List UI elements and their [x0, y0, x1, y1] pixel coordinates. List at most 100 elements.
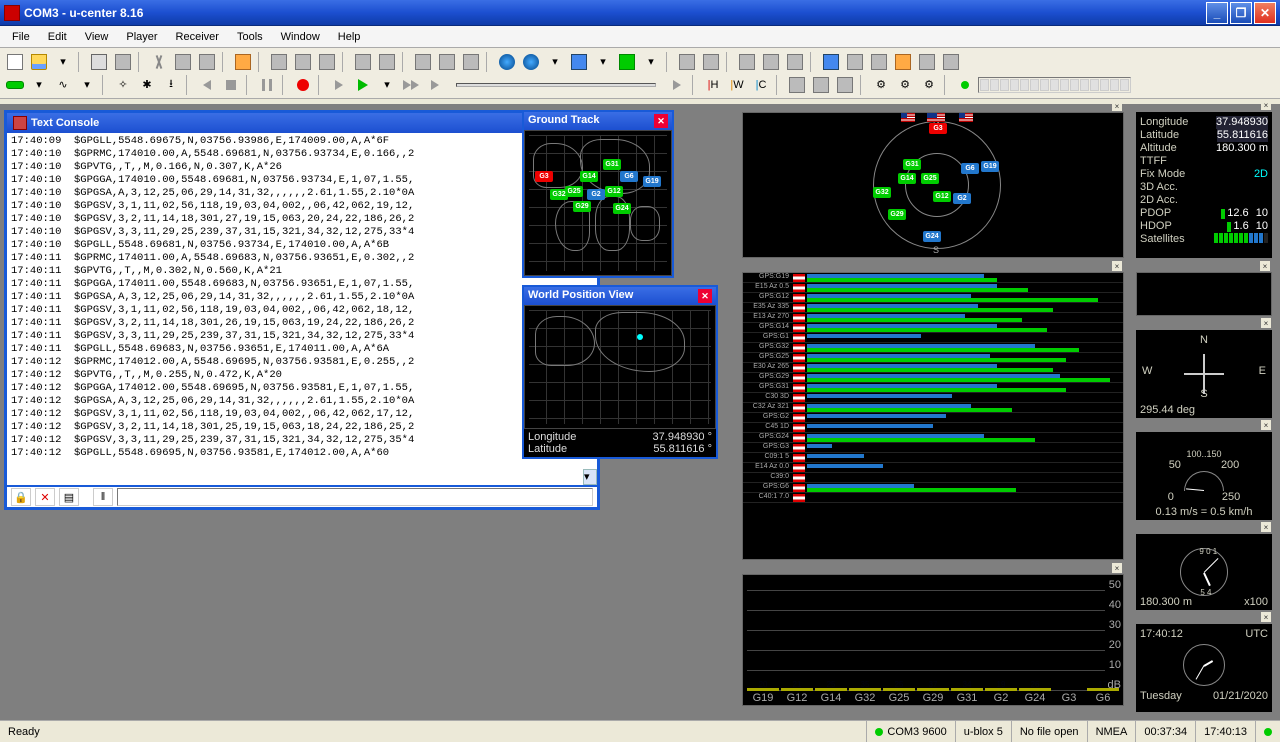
panel-close-button[interactable]: × [1112, 563, 1122, 573]
playback-slider[interactable] [456, 83, 656, 87]
led-button[interactable] [954, 74, 976, 95]
dropdown-wave[interactable]: ▾ [76, 74, 98, 95]
dropdown-1[interactable]: ▾ [544, 51, 566, 72]
m-button-2[interactable] [810, 74, 832, 95]
ground-track-window[interactable]: Ground Track ✕ G3 G31 G14 G6 G19 G25 G32… [522, 110, 674, 278]
panel-close-button[interactable]: × [1261, 318, 1271, 328]
text-console-window[interactable]: Text Console 17:40:09 $GPGLL,5548.69675,… [4, 110, 600, 510]
wave-button[interactable]: ∿ [52, 74, 74, 95]
bug-button[interactable]: ✱ [136, 74, 158, 95]
panel-close-button[interactable]: × [1261, 420, 1271, 430]
chart-button[interactable] [568, 51, 590, 72]
panel-close-button[interactable]: × [1112, 101, 1122, 111]
tool-c-button[interactable] [292, 51, 314, 72]
minimize-button[interactable]: _ [1206, 2, 1228, 24]
skip-start-button[interactable] [196, 74, 218, 95]
fwd-button[interactable] [400, 74, 422, 95]
command-input[interactable] [117, 488, 593, 506]
ground-close-button[interactable]: ✕ [654, 114, 668, 128]
new-button[interactable] [4, 51, 26, 72]
print-preview-button[interactable] [112, 51, 134, 72]
panel-6-button[interactable] [820, 51, 842, 72]
dropdown-conn[interactable]: ▾ [28, 74, 50, 95]
step-button[interactable] [328, 74, 350, 95]
panel-9-button[interactable] [892, 51, 914, 72]
world-position-window[interactable]: World Position View ✕ Longitude37.948930… [522, 285, 718, 459]
view-5-button[interactable] [460, 51, 482, 72]
pause-scroll-button[interactable]: ‖ [93, 488, 113, 506]
tool-a-button[interactable] [232, 51, 254, 72]
menu-view[interactable]: View [77, 29, 117, 45]
gear-button[interactable]: ⚙ [870, 74, 892, 95]
menu-window[interactable]: Window [273, 29, 328, 45]
panel-2-button[interactable] [700, 51, 722, 72]
dropdown-3[interactable]: ▾ [640, 51, 662, 72]
globe-2-button[interactable] [520, 51, 542, 72]
connector-button[interactable] [4, 74, 26, 95]
m-button-1[interactable] [786, 74, 808, 95]
copy-button[interactable] [172, 51, 194, 72]
end-button[interactable] [666, 74, 688, 95]
h-indicator[interactable]: |H [702, 74, 724, 95]
tool-b-button[interactable] [268, 51, 290, 72]
paste-button[interactable] [196, 51, 218, 72]
menu-player[interactable]: Player [118, 29, 165, 45]
record-button[interactable] [292, 74, 314, 95]
view-3-button[interactable] [412, 51, 434, 72]
download-button[interactable]: ⭳ [160, 74, 182, 95]
maximize-button[interactable]: ❐ [1230, 2, 1252, 24]
play-button[interactable] [352, 74, 374, 95]
menu-file[interactable]: File [4, 29, 38, 45]
text-console-title-bar[interactable]: Text Console [7, 113, 597, 133]
lock-button[interactable]: 🔒 [11, 488, 31, 506]
clear-button[interactable]: ✕ [35, 488, 55, 506]
dropdown-2[interactable]: ▾ [592, 51, 614, 72]
panel-close-button[interactable]: × [1260, 261, 1270, 271]
m-button-3[interactable] [834, 74, 856, 95]
menu-edit[interactable]: Edit [40, 29, 75, 45]
c-indicator[interactable]: |C [750, 74, 772, 95]
console-icon [13, 116, 27, 130]
panel-8-button[interactable] [868, 51, 890, 72]
save-dropdown[interactable]: ▾ [52, 51, 74, 72]
save-button[interactable] [28, 51, 50, 72]
view-2-button[interactable] [376, 51, 398, 72]
panel-10-button[interactable] [916, 51, 938, 72]
panel-close-button[interactable]: × [1112, 261, 1122, 271]
stop-button[interactable] [220, 74, 242, 95]
gear-3-button[interactable]: ⚙ [918, 74, 940, 95]
menu-receiver[interactable]: Receiver [168, 29, 227, 45]
globe-button[interactable] [496, 51, 518, 72]
panel-1-button[interactable] [676, 51, 698, 72]
panel-close-button[interactable]: × [1261, 100, 1271, 110]
tool-d-button[interactable] [316, 51, 338, 72]
wand-button[interactable]: ✧ [112, 74, 134, 95]
menu-tools[interactable]: Tools [229, 29, 271, 45]
menu-help[interactable]: Help [330, 29, 369, 45]
view-4-button[interactable] [436, 51, 458, 72]
scroll-down-button[interactable]: ▾ [583, 469, 597, 485]
pause-button[interactable] [256, 74, 278, 95]
dropdown-play[interactable]: ▾ [376, 74, 398, 95]
ground-track-title-bar[interactable]: Ground Track ✕ [524, 112, 672, 130]
panel-close-button[interactable]: × [1261, 612, 1271, 622]
panel-5-button[interactable] [784, 51, 806, 72]
panel-11-button[interactable] [940, 51, 962, 72]
panel-close-button[interactable]: × [1261, 522, 1271, 532]
filter-button[interactable]: ▤ [59, 488, 79, 506]
skip-end-button[interactable] [424, 74, 446, 95]
panel-7-button[interactable] [844, 51, 866, 72]
world-position-title-bar[interactable]: World Position View ✕ [524, 287, 716, 305]
view-1-button[interactable] [352, 51, 374, 72]
print-button[interactable] [88, 51, 110, 72]
close-button[interactable]: ✕ [1254, 2, 1276, 24]
chart-2-button[interactable] [616, 51, 638, 72]
gear-2-button[interactable]: ⚙ [894, 74, 916, 95]
w-indicator[interactable]: |W [726, 74, 748, 95]
history-row: E13 Az 270 [743, 313, 1123, 323]
world-close-button[interactable]: ✕ [698, 289, 712, 303]
panel-3-button[interactable] [736, 51, 758, 72]
status-led [1255, 721, 1280, 742]
panel-4-button[interactable] [760, 51, 782, 72]
cut-button[interactable] [148, 51, 170, 72]
